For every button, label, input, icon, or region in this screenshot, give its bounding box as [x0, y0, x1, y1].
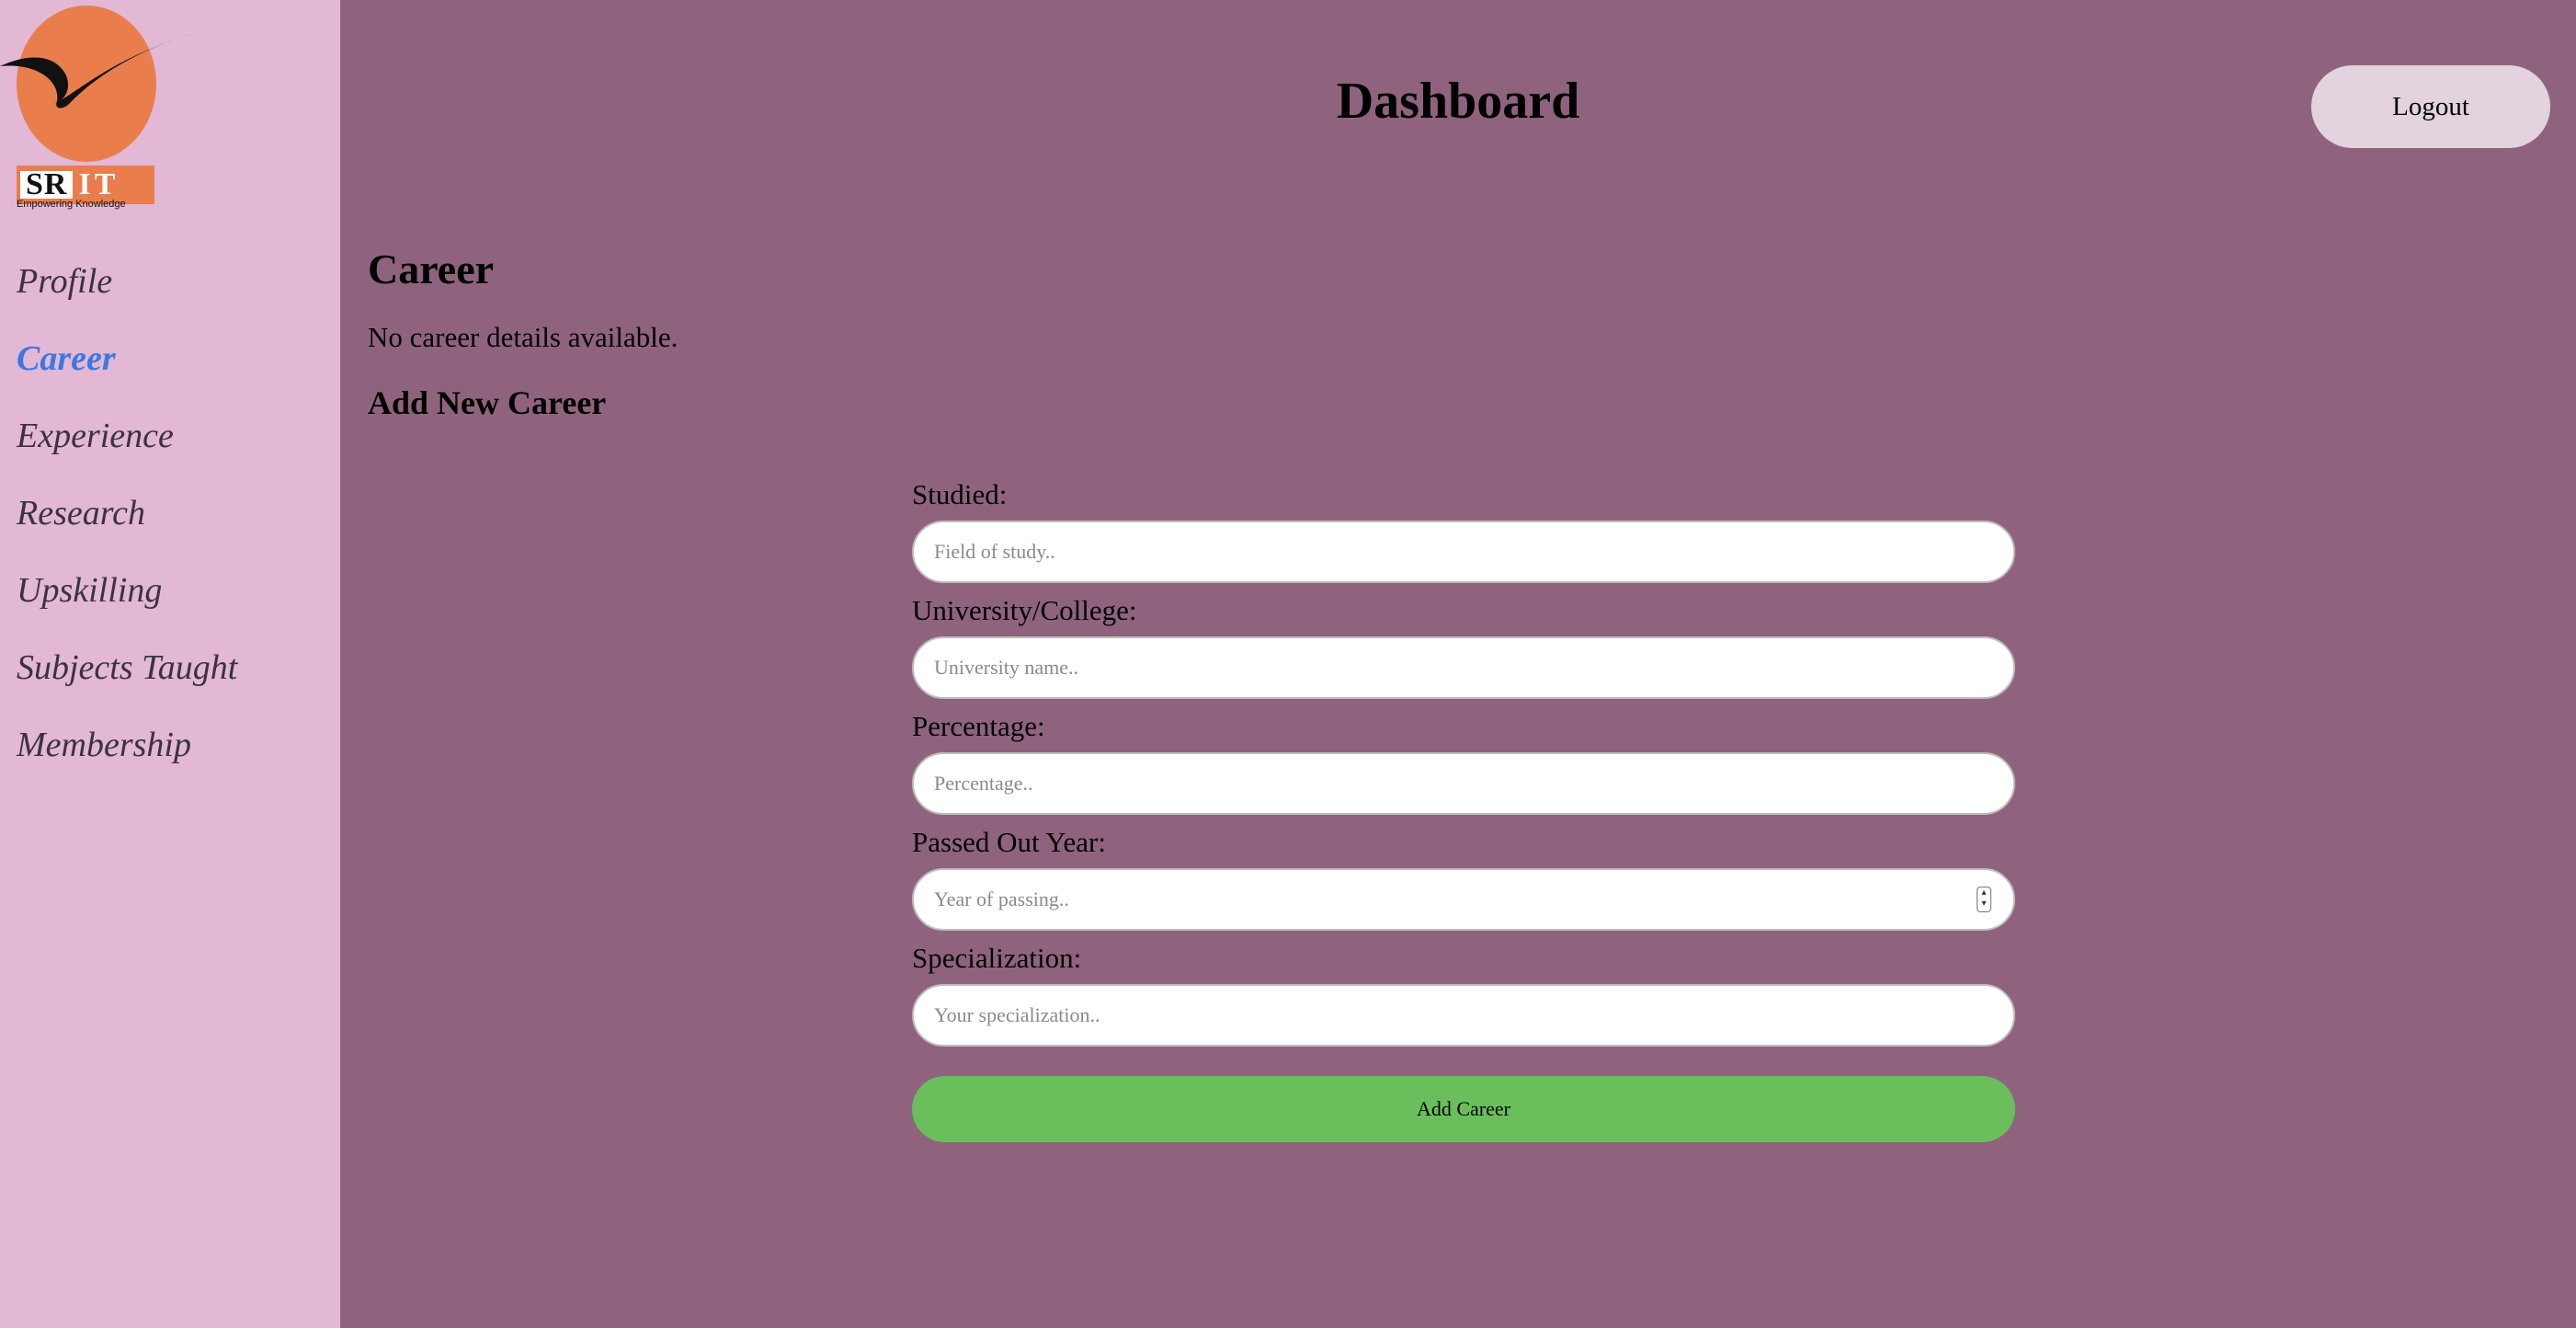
srit-logo: SR IT Empowering Knowledge — [0, 0, 202, 213]
sidebar-item-experience[interactable]: Experience — [17, 403, 237, 480]
empty-career-message: No career details available. — [368, 321, 678, 353]
sidebar: SR IT Empowering Knowledge Profile Caree… — [0, 0, 340, 1328]
sidebar-item-research[interactable]: Research — [17, 480, 237, 557]
studied-label: Studied: — [912, 478, 1008, 510]
logo-text-sr: SR — [20, 169, 74, 200]
section-title: Career — [368, 246, 495, 292]
number-stepper-icon[interactable]: ▴ ▾ — [1977, 887, 1991, 912]
passed-year-label: Passed Out Year: — [912, 826, 1106, 858]
specialization-label: Specialization: — [912, 942, 1082, 974]
specialization-input[interactable] — [912, 984, 2015, 1047]
add-career-form: Studied: University/College: Percentage:… — [912, 476, 2015, 1142]
sidebar-item-career[interactable]: Career — [17, 326, 237, 403]
passed-year-input[interactable] — [912, 868, 2015, 931]
university-label: University/College: — [912, 594, 1137, 626]
passed-year-wrapper: ▴▾ — [912, 868, 2015, 940]
percentage-input[interactable] — [912, 752, 2015, 815]
sidebar-item-profile[interactable]: Profile — [17, 248, 237, 326]
sidebar-item-subjects-taught[interactable]: Subjects Taught — [17, 635, 237, 712]
sidebar-item-upskilling[interactable]: Upskilling — [17, 557, 237, 635]
bird-icon — [0, 33, 193, 109]
add-career-heading: Add New Career — [368, 384, 607, 421]
sidebar-item-membership[interactable]: Membership — [17, 712, 237, 789]
percentage-label: Percentage: — [912, 710, 1045, 742]
add-career-button[interactable]: Add Career — [912, 1076, 2015, 1142]
studied-input[interactable] — [912, 521, 2015, 583]
logout-button[interactable]: Logout — [2311, 65, 2550, 148]
logo-tagline: Empowering Knowledge — [17, 199, 126, 210]
page-title: Dashboard — [1336, 73, 1580, 130]
university-input[interactable] — [912, 636, 2015, 699]
sidebar-nav: Profile Career Experience Research Upski… — [17, 248, 237, 789]
career-section: Career No career details available. Add … — [368, 245, 678, 422]
logo-text-it: IT — [78, 167, 120, 201]
